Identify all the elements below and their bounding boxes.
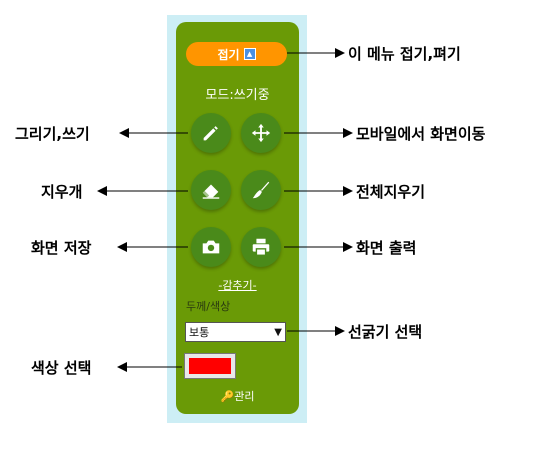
callout-arrows [97, 48, 353, 372]
callout-eraser: 지우개 [41, 183, 83, 201]
callout-clear-all: 전체지우기 [356, 183, 426, 201]
callout-collapse: 이 메뉴 접기,펴기 [348, 45, 461, 63]
callout-move: 모바일에서 화면이동 [356, 125, 486, 143]
callout-print: 화면 출력 [356, 239, 417, 257]
callout-line-width: 선굵기 선택 [348, 323, 423, 341]
callout-color: 색상 선택 [31, 359, 92, 377]
callout-save: 화면 저장 [31, 239, 92, 257]
callout-draw: 그리기,쓰기 [15, 125, 90, 143]
